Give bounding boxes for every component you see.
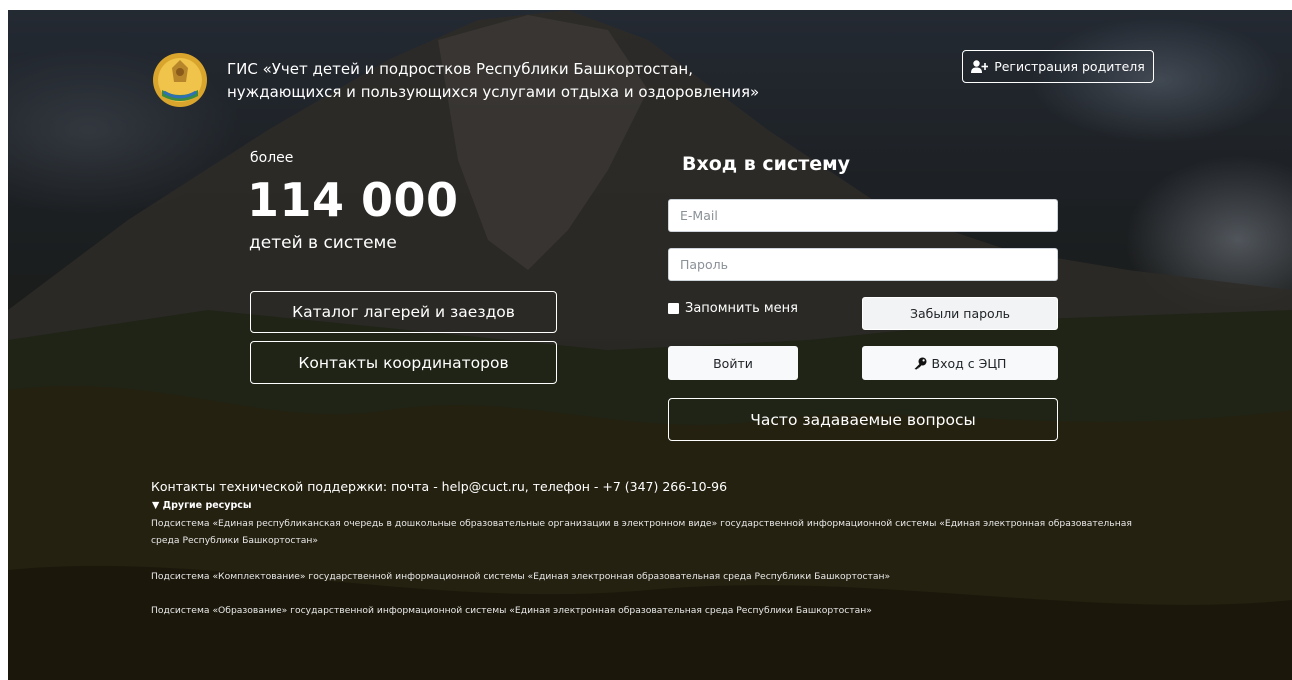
page: ГИС «Учет детей и подростков Республики … xyxy=(0,0,1292,680)
site-title-line-1: ГИС «Учет детей и подростков Республики … xyxy=(227,60,694,78)
support-contacts: Контакты технической поддержки: почта - … xyxy=(151,479,728,494)
email-input[interactable] xyxy=(668,199,1058,232)
site-title: ГИС «Учет детей и подростков Республики … xyxy=(227,58,867,104)
coordinators-contacts-button[interactable]: Контакты координаторов xyxy=(250,341,557,384)
other-resources-toggle[interactable]: ▼ Другие ресурсы xyxy=(152,500,252,511)
forgot-password-button[interactable]: Забыли пароль xyxy=(862,297,1058,330)
stats-prefix: более xyxy=(250,150,294,166)
children-count: 114 000 xyxy=(247,173,459,227)
site-title-line-2: нуждающихся и пользующихся услугами отды… xyxy=(227,83,760,101)
eds-login-button[interactable]: Вход с ЭЦП xyxy=(862,346,1058,380)
eds-login-label: Вход с ЭЦП xyxy=(931,355,1007,371)
resource-link-queue[interactable]: Подсистема «Единая республиканская очере… xyxy=(151,515,1151,549)
login-button[interactable]: Войти xyxy=(668,346,798,380)
register-parent-button[interactable]: Регистрация родителя xyxy=(962,50,1154,83)
register-parent-label: Регистрация родителя xyxy=(994,59,1145,74)
remember-me-checkbox[interactable]: Запомнить меня xyxy=(668,301,798,316)
catalog-button[interactable]: Каталог лагерей и заездов xyxy=(250,291,557,333)
resource-link-enrollment[interactable]: Подсистема «Комплектование» государствен… xyxy=(151,568,1151,585)
checkbox-box[interactable] xyxy=(668,303,679,314)
user-plus-icon xyxy=(971,60,989,73)
resource-link-education[interactable]: Подсистема «Образование» государственной… xyxy=(151,602,1151,619)
children-count-label: детей в системе xyxy=(249,233,397,253)
faq-button[interactable]: Часто задаваемые вопросы xyxy=(668,398,1058,441)
password-input[interactable] xyxy=(668,248,1058,281)
login-title: Вход в систему xyxy=(682,153,851,175)
key-icon xyxy=(914,357,927,369)
remember-me-label: Запомнить меня xyxy=(685,301,799,316)
bashkortostan-emblem-icon xyxy=(153,53,207,107)
